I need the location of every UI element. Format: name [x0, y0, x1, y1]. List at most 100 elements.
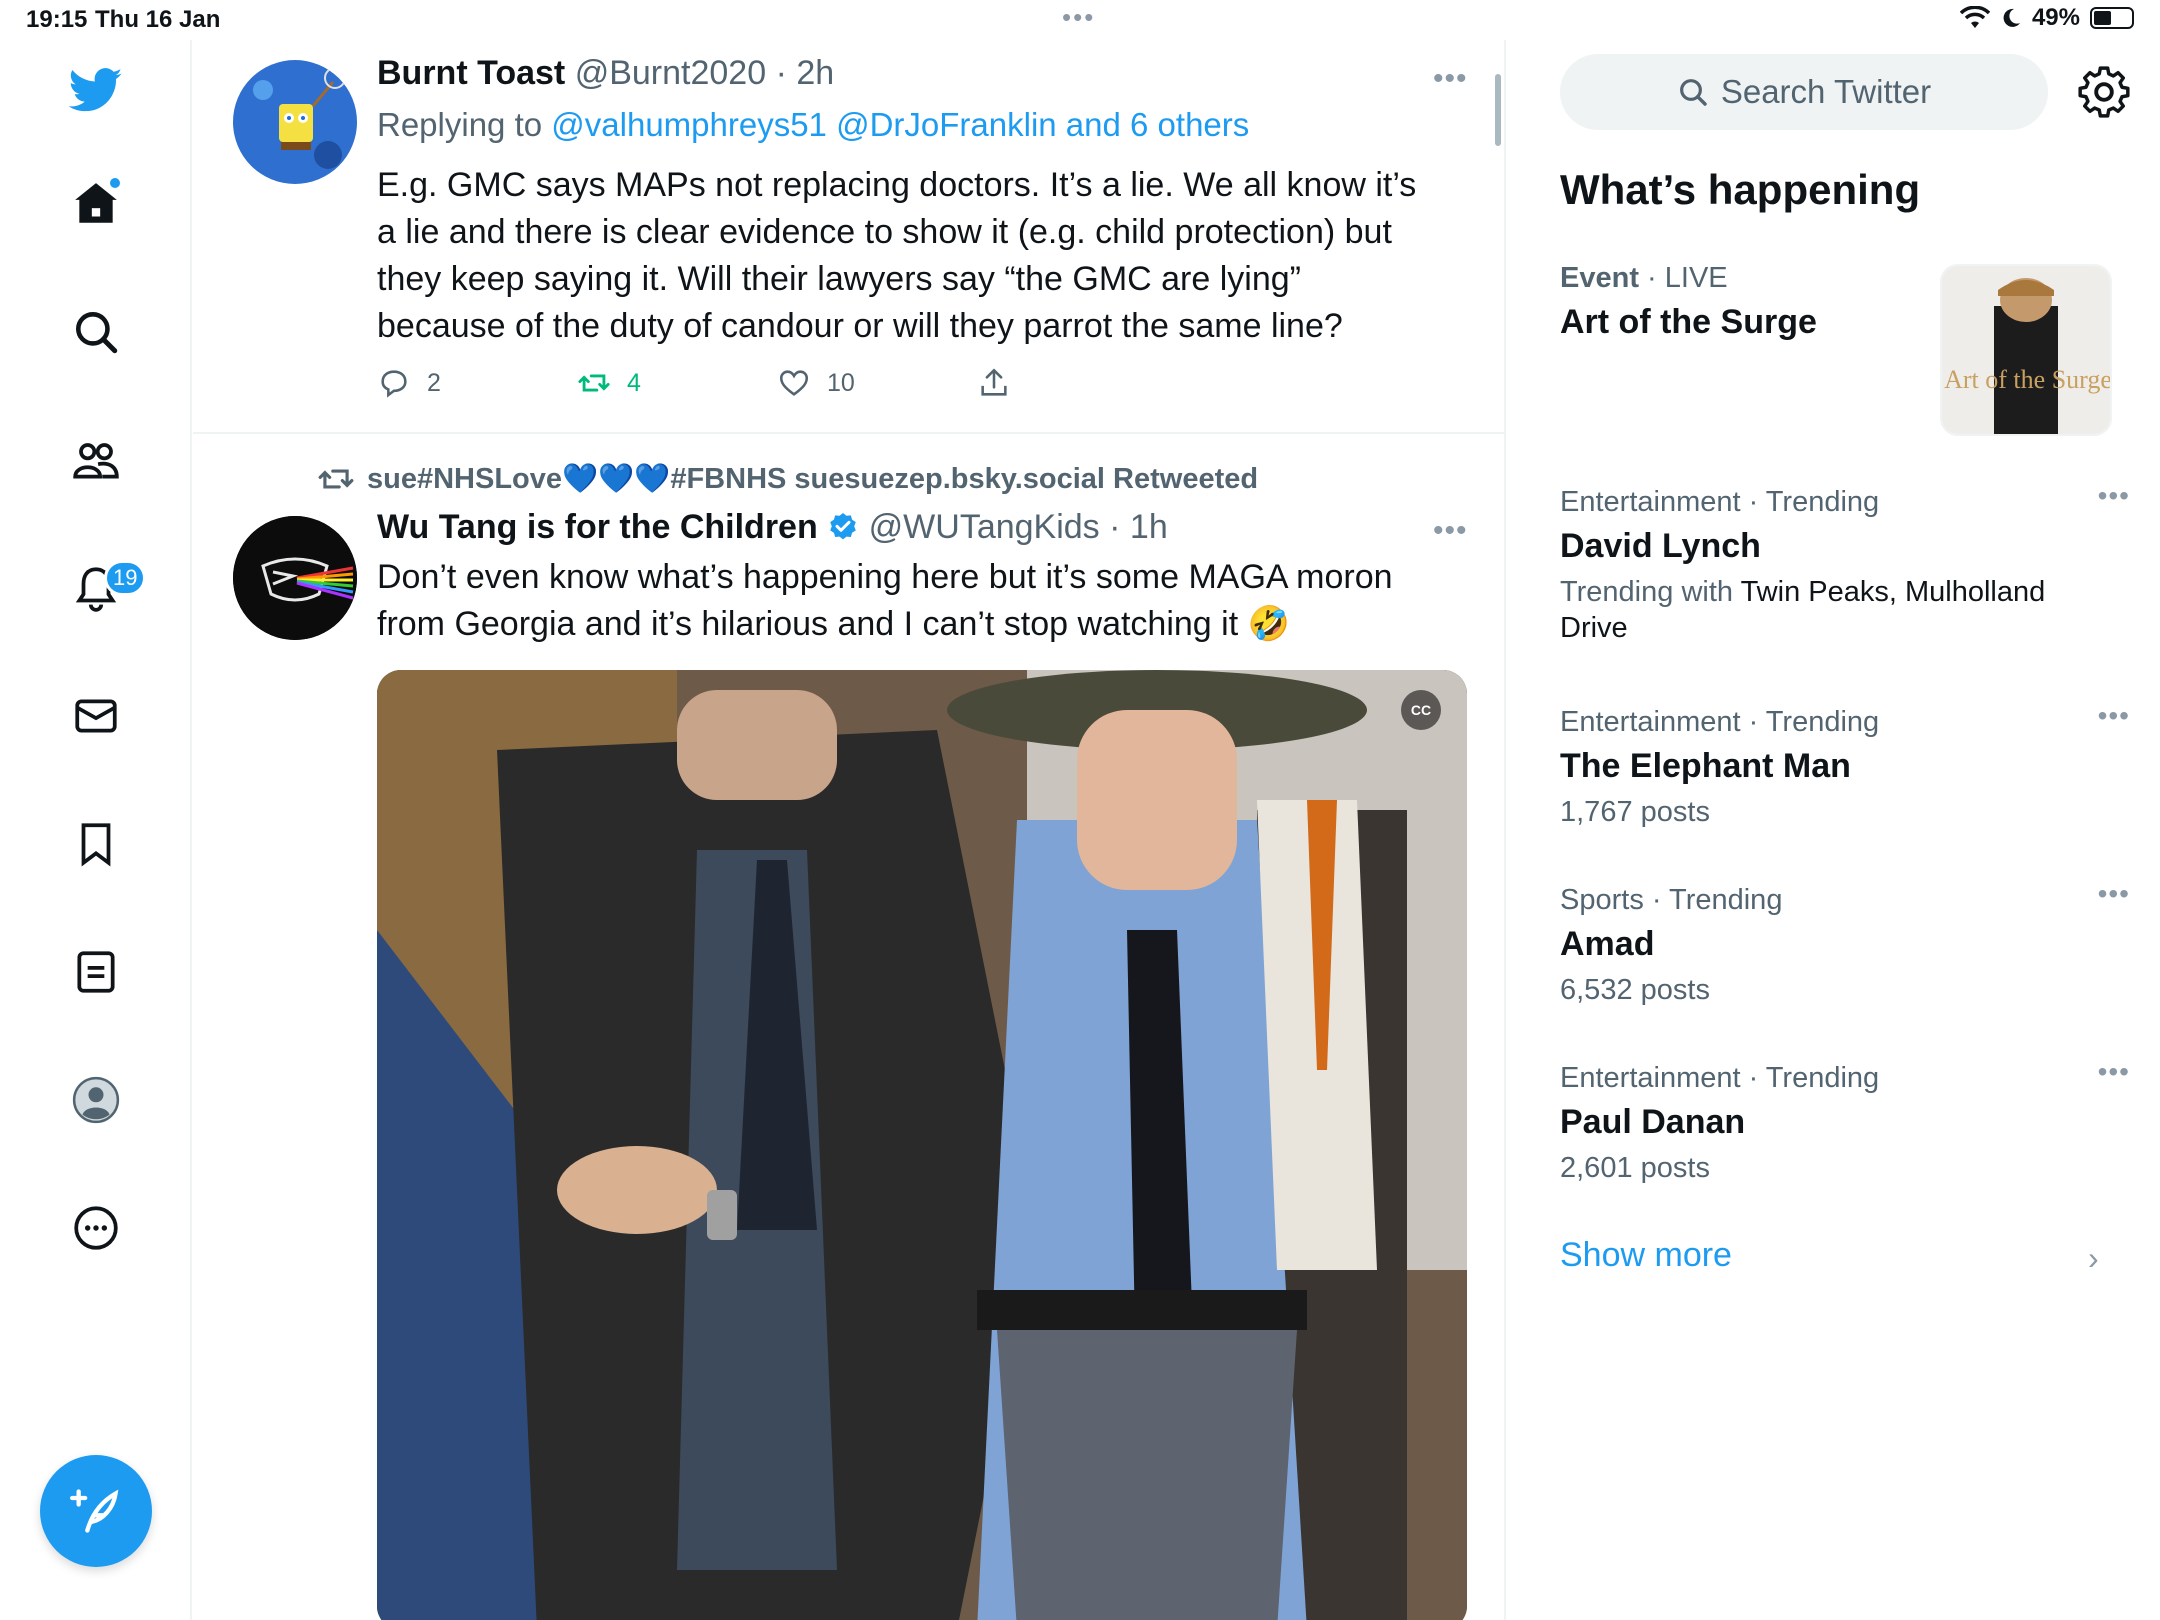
wifi-icon [1959, 6, 1990, 28]
trend-meta: Entertainment · Trending [1560, 1062, 1880, 1094]
trend-count: 2,601 posts [1560, 1152, 1710, 1184]
tweet-text: E.g. GMC says MAPs not replacing doctors… [377, 166, 1417, 345]
trend-item[interactable]: Entertainment · Trending David Lynch Tre… [1560, 480, 2129, 646]
notifications-badge: 19 [104, 560, 147, 596]
replying-to: Replying to @valhumphreys51 @DrJoFrankli… [377, 106, 1249, 144]
tweet-header: Burnt Toast @Burnt2020 · 2h [377, 54, 834, 93]
bookmark-icon [81, 823, 111, 867]
heart-icon [779, 370, 809, 396]
tweet-time[interactable]: 1h [1130, 508, 1168, 546]
closed-captions-button[interactable]: CC [1401, 690, 1441, 730]
trend-title: Amad [1560, 925, 1655, 963]
twitter-logo-icon[interactable] [56, 50, 136, 130]
reply-count: 2 [427, 368, 441, 397]
tweet-more-icon[interactable]: ••• [1433, 62, 1468, 96]
trend-count: 1,767 posts [1560, 796, 1710, 828]
moon-icon [2003, 8, 2020, 27]
like-count: 10 [827, 368, 855, 397]
status-bar: 19:15 Thu 16 Jan ••• 49% [0, 0, 2160, 40]
battery-percent: 49% [2031, 4, 2080, 31]
event-thumb-text: Art of the Surge [1944, 365, 2112, 394]
nav-more[interactable] [56, 1188, 136, 1268]
home-new-dot [108, 176, 122, 190]
search-placeholder: Search Twitter [1720, 73, 1932, 110]
nav-communities[interactable] [56, 420, 136, 500]
event-category: Event [1560, 262, 1639, 294]
retweet-count: 4 [627, 368, 641, 397]
nav-explore[interactable] [56, 292, 136, 372]
nav-home[interactable] [56, 164, 136, 244]
trend-title: The Elephant Man [1560, 747, 1851, 785]
trend-meta: Sports · Trending [1560, 884, 1783, 916]
nav-notifications[interactable]: 19 [56, 548, 147, 628]
tweet-header: Wu Tang is for the Children @WUTangKids … [377, 508, 1168, 547]
trend-more-icon[interactable]: ••• [2098, 700, 2130, 732]
reply-button[interactable]: 2 [377, 366, 577, 400]
timeline: Burnt Toast @Burnt2020 · 2h ••• Replying… [193, 40, 1506, 1620]
tweet-more-icon[interactable]: ••• [1433, 514, 1468, 548]
tweet-actions: 2 4 10 [377, 366, 1177, 400]
more-circle-icon [74, 1206, 118, 1250]
share-icon [981, 368, 1007, 396]
share-button[interactable] [977, 366, 1177, 400]
communities-icon [73, 443, 119, 479]
nav-profile[interactable] [56, 1060, 136, 1140]
retweet-icon [578, 374, 610, 392]
retweeted-by: sue#NHSLove💙💙💙#FBNHS suesuezep.bsky.soci… [317, 460, 1258, 498]
trend-meta: Entertainment · Trending [1560, 486, 1880, 518]
avatar[interactable] [233, 516, 357, 640]
trend-meta: Entertainment · Trending [1560, 706, 1880, 738]
trending-with-prefix: Trending with [1560, 576, 1734, 608]
tweet-text: Don’t even know what’s happening here bu… [377, 558, 1393, 643]
trend-title: David Lynch [1560, 527, 1761, 565]
trend-more-icon[interactable]: ••• [2098, 480, 2130, 512]
whats-happening-title: What’s happening [1560, 166, 1921, 213]
compose-tweet-button[interactable] [40, 1455, 152, 1567]
separator-dot: · [766, 54, 797, 92]
tweet-video[interactable]: CC [377, 670, 1467, 1620]
trend-item[interactable]: Sports · Trending Amad 6,532 posts ••• [1560, 878, 2129, 1008]
battery-icon [2090, 7, 2134, 29]
multitasking-dots-icon[interactable]: ••• [1062, 2, 1095, 33]
replying-prefix: Replying to [377, 106, 543, 143]
retweet-button[interactable]: 4 [577, 366, 777, 400]
author-name[interactable]: Burnt Toast [377, 54, 565, 92]
retweeted-by-text[interactable]: sue#NHSLove💙💙💙#FBNHS suesuezep.bsky.soci… [367, 462, 1258, 496]
search-icon [1679, 79, 1707, 106]
trend-more-icon[interactable]: ••• [2098, 1056, 2130, 1088]
trend-item[interactable]: Entertainment · Trending The Elephant Ma… [1560, 700, 2129, 830]
like-button[interactable]: 10 [777, 366, 977, 400]
event-thumbnail[interactable]: Art of the Surge [1940, 264, 2112, 436]
profile-avatar-icon [72, 1076, 120, 1124]
tweet-time[interactable]: 2h [796, 54, 834, 92]
author-name[interactable]: Wu Tang is for the Children [377, 508, 818, 546]
trend-more-icon[interactable]: ••• [2098, 878, 2130, 910]
retweet-icon [318, 469, 354, 489]
tweet-burnt-toast[interactable]: Burnt Toast @Burnt2020 · 2h ••• Replying… [193, 40, 1504, 432]
tweet-wu-tang[interactable]: sue#NHSLove💙💙💙#FBNHS suesuezep.bsky.soci… [193, 434, 1504, 1620]
status-right: 49% [1959, 4, 2134, 32]
gear-icon[interactable] [2078, 66, 2130, 118]
trend-sub: Trending with Twin Peaks, Mulholland Dri… [1560, 574, 2120, 646]
replying-links[interactable]: @valhumphreys51 @DrJoFranklin and 6 othe… [551, 106, 1249, 143]
trend-count: 6,532 posts [1560, 974, 1710, 1006]
nav-lists[interactable] [56, 932, 136, 1012]
event-live: LIVE [1664, 262, 1728, 294]
lists-icon [77, 951, 115, 993]
search-input[interactable]: Search Twitter [1560, 54, 2048, 130]
reply-icon [381, 370, 407, 398]
status-time: 19:15 [26, 6, 88, 33]
author-handle[interactable]: @Burnt2020 [575, 54, 766, 92]
author-handle[interactable]: @WUTangKids [869, 508, 1100, 546]
trend-title: Paul Danan [1560, 1103, 1746, 1141]
trend-item[interactable]: Entertainment · Trending Paul Danan 2,60… [1560, 1056, 2129, 1186]
compose-feather-icon [70, 1489, 119, 1533]
nav-messages[interactable] [56, 676, 136, 756]
left-navigation: 19 [0, 40, 192, 1620]
verified-badge-icon [830, 513, 857, 540]
search-icon [76, 312, 118, 354]
nav-bookmarks[interactable] [56, 804, 136, 884]
avatar[interactable] [233, 60, 357, 184]
mail-icon [75, 699, 117, 733]
show-more-link[interactable]: Show more [1560, 1236, 1732, 1275]
